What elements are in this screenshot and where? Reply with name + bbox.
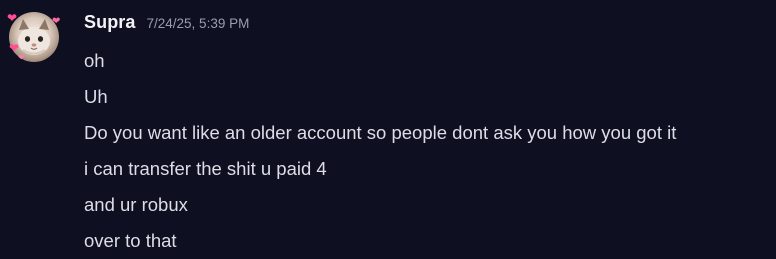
message-line: Do you want like an older account so peo… — [84, 122, 677, 143]
message-line: over to that — [84, 230, 177, 251]
timestamp[interactable]: 7/24/25, 5:39 PM — [147, 16, 250, 31]
chat-message: ❤ ❤ ❤ ❤ Supra 7/24/25, 5:39 PM oh Uh Do … — [0, 0, 776, 251]
heart-icon: ❤ — [18, 53, 25, 62]
avatar-container[interactable]: ❤ ❤ ❤ ❤ — [6, 9, 62, 65]
username[interactable]: Supra — [84, 12, 136, 33]
message-header: Supra 7/24/25, 5:39 PM — [84, 12, 249, 36]
message-content: oh Uh Do you want like an older account … — [84, 43, 774, 259]
heart-icon: ❤ — [52, 16, 61, 27]
message-line: Uh — [84, 86, 108, 107]
message-line: oh — [84, 50, 105, 71]
message-line: i can transfer the shit u paid 4 — [84, 158, 327, 179]
heart-icon: ❤ — [7, 11, 18, 25]
message-line: and ur robux — [84, 194, 188, 215]
